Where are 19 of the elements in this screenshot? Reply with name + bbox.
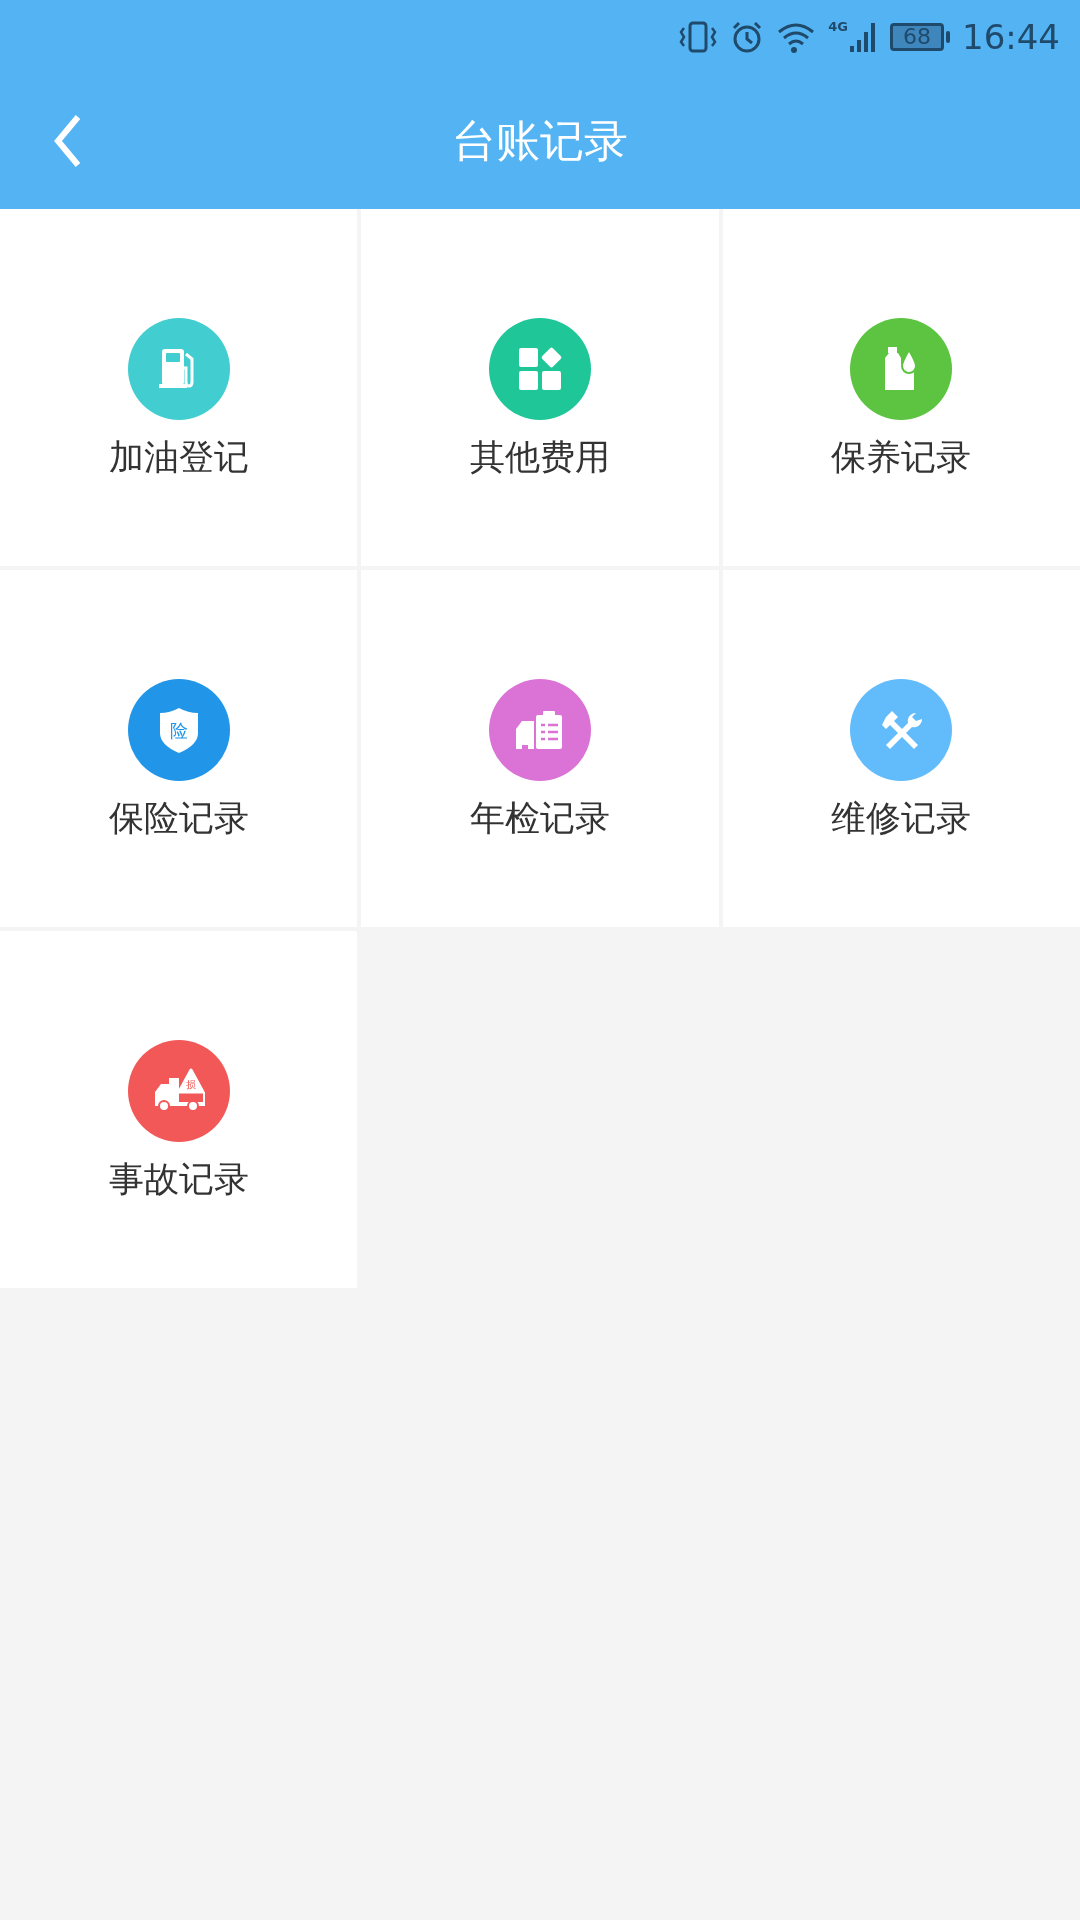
status-time: 16:44	[962, 19, 1060, 54]
tile-label: 保险记录	[108, 801, 249, 836]
tile-label: 维修记录	[831, 801, 972, 836]
menu-tile[interactable]: 加油登记	[0, 209, 358, 566]
menu-tile[interactable]: 险 保险记录	[0, 570, 358, 927]
tile-label: 年检记录	[470, 801, 610, 836]
menu-tile[interactable]: 损 事故记录	[0, 931, 358, 1288]
battery-indicator: 68	[890, 22, 950, 51]
tile-label: 其他费用	[470, 440, 610, 475]
vibrate-icon	[678, 19, 719, 54]
menu-tile[interactable]: 年检记录	[361, 570, 719, 927]
page-title: 台账记录	[452, 114, 628, 168]
menu-tile[interactable]: 维修记录	[722, 570, 1080, 927]
menu-tile[interactable]: 其他费用	[361, 209, 719, 566]
menu-tile[interactable]: 保养记录	[722, 209, 1080, 566]
tile-label: 事故记录	[108, 1162, 249, 1197]
tile-label: 保养记录	[831, 440, 972, 475]
tile-label: 加油登记	[108, 440, 249, 475]
network-label: 4G	[828, 19, 848, 33]
